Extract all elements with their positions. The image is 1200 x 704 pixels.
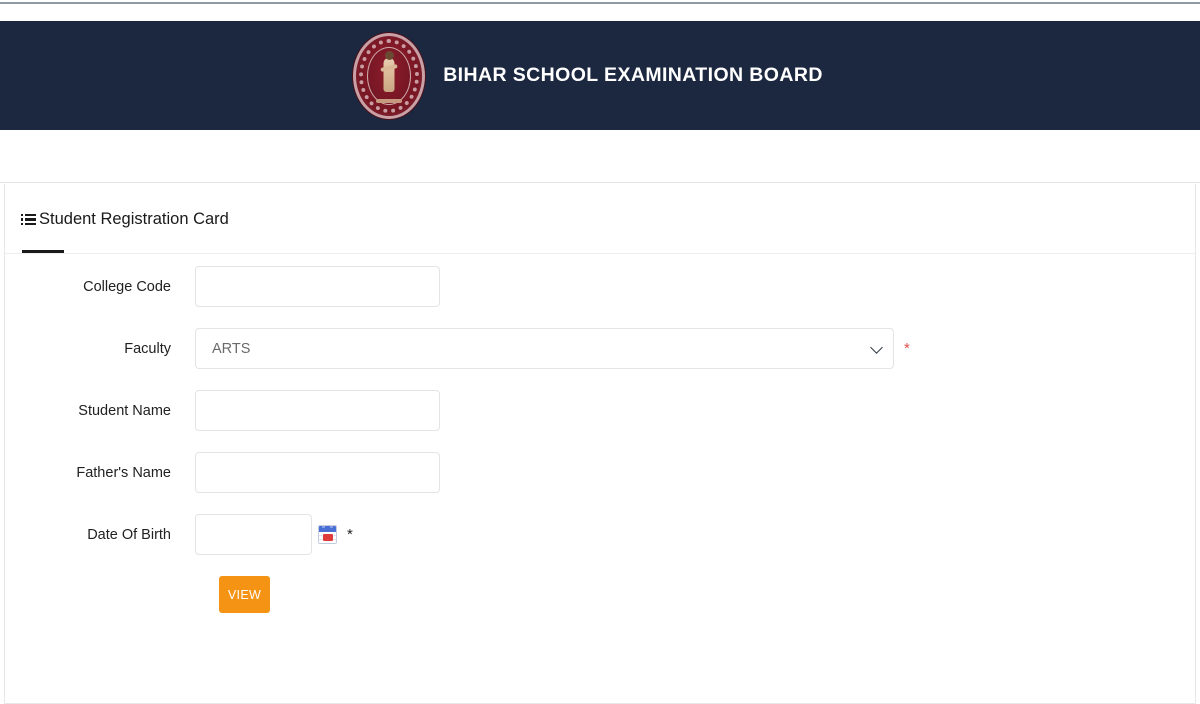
- fathers-name-input[interactable]: [195, 452, 440, 493]
- top-divider: [0, 2, 1200, 4]
- form-row-college-code: College Code: [5, 266, 1195, 307]
- tab-active-indicator: [22, 250, 64, 253]
- calendar-icon[interactable]: [318, 525, 337, 544]
- view-button[interactable]: VIEW: [219, 576, 270, 613]
- card-tab-bar: Student Registration Card: [5, 184, 1195, 254]
- list-icon: [20, 213, 36, 226]
- site-header: BIHAR SCHOOL EXAMINATION BOARD: [0, 21, 1200, 130]
- tab-student-registration-card[interactable]: Student Registration Card: [20, 210, 229, 229]
- student-name-label: Student Name: [78, 402, 171, 419]
- faculty-required-marker: *: [904, 340, 910, 357]
- site-title: BIHAR SCHOOL EXAMINATION BOARD: [443, 64, 823, 86]
- college-code-label: College Code: [83, 278, 171, 295]
- faculty-select[interactable]: ARTS: [195, 328, 894, 369]
- tab-label: Student Registration Card: [39, 210, 229, 228]
- student-name-input[interactable]: [195, 390, 440, 431]
- college-code-input[interactable]: [195, 266, 440, 307]
- registration-card: Student Registration Card College Code F…: [4, 184, 1196, 704]
- page-divider: [0, 182, 1200, 183]
- form-row-fathers-name: Father's Name: [5, 452, 1195, 493]
- date-of-birth-label: Date Of Birth: [87, 526, 171, 543]
- registration-form: College Code Faculty ARTS * Student Name: [5, 254, 1195, 613]
- faculty-label: Faculty: [124, 340, 171, 357]
- form-row-date-of-birth: Date Of Birth *: [5, 514, 1195, 555]
- form-row-student-name: Student Name: [5, 390, 1195, 431]
- fathers-name-label: Father's Name: [76, 464, 171, 481]
- date-of-birth-input[interactable]: [195, 514, 312, 555]
- form-actions: VIEW: [5, 576, 1195, 613]
- form-row-faculty: Faculty ARTS *: [5, 328, 1195, 369]
- date-of-birth-required-marker: *: [347, 526, 353, 543]
- bseb-emblem-icon: [353, 32, 426, 119]
